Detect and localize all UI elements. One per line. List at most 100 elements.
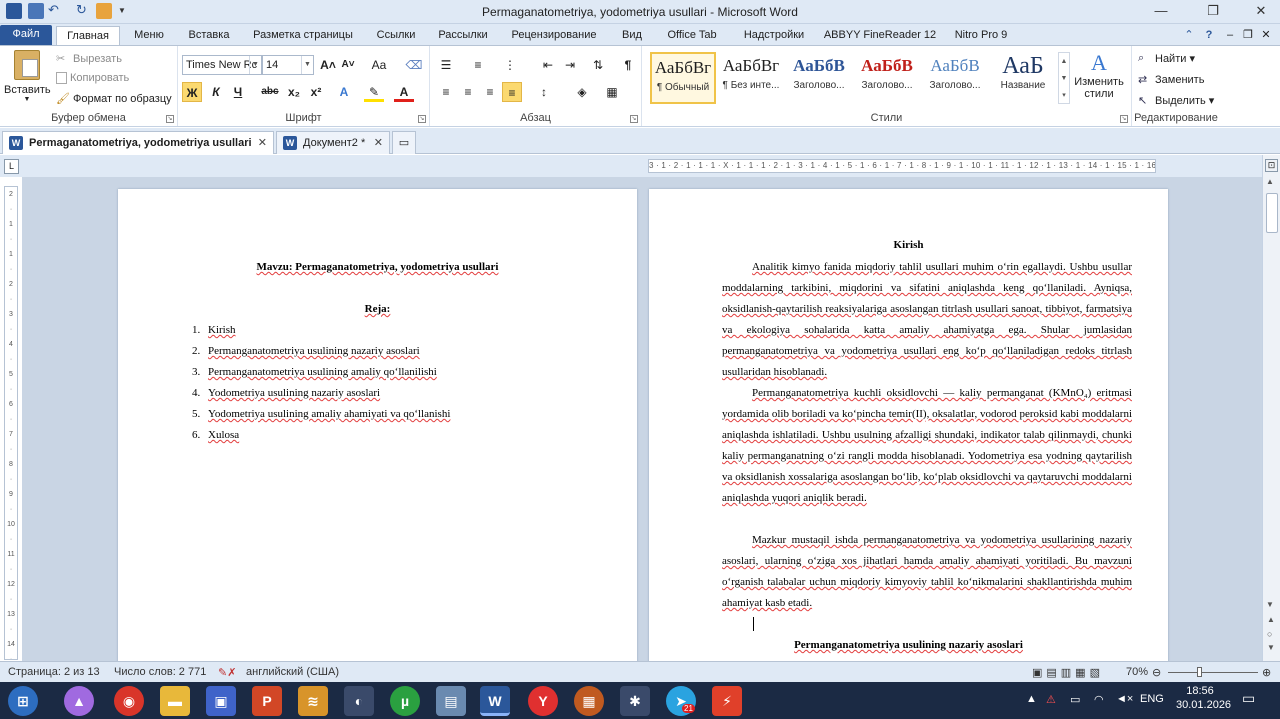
tab-menu[interactable]: Меню [126,26,172,45]
close-icon[interactable]: ✕ [258,132,267,154]
page-count[interactable]: Страница: 2 из 13 [8,666,100,678]
highlight-icon[interactable]: ✎ [364,82,384,102]
pdf-app-icon[interactable]: ⚡ [712,686,742,716]
shading-icon[interactable]: ◈ [572,82,592,102]
doc-tab-active[interactable]: W Permaganatometriya, yodometriya usullar… [2,131,274,154]
tab-file[interactable]: Файл [0,25,52,45]
select-button[interactable]: ↖ Выделить ▾ [1138,94,1214,108]
borders-icon[interactable]: ▦ [602,82,622,102]
increase-indent-icon[interactable]: ⇥ [560,55,580,75]
language-indicator[interactable]: английский (США) [246,666,339,678]
minimize-button[interactable]: — [1144,0,1178,24]
tab-abbyy[interactable]: ABBYY FineReader 12 [822,26,938,45]
style-no-spacing[interactable]: АаБбВг ¶ Без инте... [718,52,784,104]
bold-button[interactable]: Ж [182,82,202,102]
notifications-icon[interactable]: ▭ [1242,690,1255,707]
camera-tool-icon[interactable]: ✱ [620,686,650,716]
page-1[interactable]: Mavzu: Permaganatometriya, yodometriya u… [118,189,637,661]
font-size-combo[interactable]: 14 ▼ [262,55,314,75]
underline-button[interactable]: Ч [228,82,248,102]
start-button-icon[interactable]: ⊞ [8,686,38,716]
doc-restore-icon[interactable]: ❐ [1240,26,1256,45]
replace-button[interactable]: ⇄ Заменить [1138,73,1204,87]
new-tab-icon[interactable]: ▭ [392,131,416,154]
vertical-scrollbar[interactable]: ⊡ ▲ ▼ ▲ ○ ▼ [1262,155,1280,661]
superscript-button[interactable]: x² [306,82,326,102]
zoom-out-icon[interactable]: ⊖ [1152,666,1161,679]
vertical-ruler[interactable]: 2·1·1·2·3·4·5·6·7·8·9·10·11·12·13·14·15· [4,186,18,660]
doc-minimize-icon[interactable]: – [1222,26,1238,45]
clipboard-launcher-icon[interactable]: ↘ [166,115,174,123]
tray-overflow-icon[interactable]: ▲ [1026,693,1037,705]
tab-page-layout[interactable]: Разметка страницы [246,26,360,45]
paragraph-launcher-icon[interactable]: ↘ [630,115,638,123]
restore-button[interactable]: ❐ [1196,0,1230,24]
text-effects-icon[interactable]: A [334,82,354,102]
change-styles-button[interactable]: A Изменить стили [1070,50,1128,100]
italic-button[interactable]: К [206,82,226,102]
find-button[interactable]: ⌕ Найти ▾ [1138,52,1195,66]
battery-icon[interactable]: ▭ [1070,693,1080,706]
books-icon[interactable]: ≋ [298,686,328,716]
horizontal-ruler[interactable]: 3 · 1 · 2 · 1 · 1 · 1 · X · 1 · 1 · 1 · … [648,159,1156,173]
chrome-icon[interactable]: ◉ [114,686,144,716]
notepad-icon[interactable]: ▤ [436,686,466,716]
scroll-thumb[interactable] [1266,193,1278,233]
line-spacing-icon[interactable]: ↕ [534,82,554,102]
doc-tab-document2[interactable]: W Документ2 * ✕ [276,131,390,154]
clock[interactable]: 18:56 30.01.2026 [1176,685,1231,711]
paste-button[interactable]: Вставить ▼ [4,50,51,103]
decrease-indent-icon[interactable]: ⇤ [538,55,558,75]
cut-button[interactable]: ✂ Вырезать [56,52,122,66]
tab-office-tab[interactable]: Office Tab [658,26,726,45]
font-launcher-icon[interactable]: ↘ [418,115,426,123]
justify-icon[interactable]: ≡ [502,82,522,102]
align-right-icon[interactable]: ≡ [480,82,500,102]
powerpoint-icon[interactable]: P [252,686,282,716]
browse-object-icon[interactable]: ○ [1267,629,1272,639]
clear-formatting-icon[interactable]: ⌫ [404,55,424,75]
document-canvas[interactable]: Mavzu: Permaganatometriya, yodometriya u… [22,177,1262,661]
help-icon[interactable]: ? [1200,26,1218,45]
pixel-app-icon[interactable]: ▦ [574,686,604,716]
yandex-browser-icon[interactable]: Y [528,686,558,716]
wifi-icon[interactable]: ◠ [1094,693,1104,706]
collapse-ribbon-icon[interactable]: ⌃ [1180,26,1198,45]
style-heading2[interactable]: АаБбВ Заголово... [854,52,920,104]
scroll-up-icon[interactable]: ▲ [1266,177,1274,186]
font-name-combo[interactable]: Times New Rc ▼ [182,55,262,75]
styles-scroll-icon[interactable]: ▲ ▼ ▾ [1058,52,1070,104]
tab-view[interactable]: Вид [614,26,650,45]
tab-addins[interactable]: Надстройки [734,26,814,45]
strikethrough-button[interactable]: abc [258,82,282,102]
change-case-button[interactable]: Aa [366,55,392,75]
previous-page-icon[interactable]: ▲ [1267,615,1275,624]
folder-icon[interactable]: ▬ [160,686,190,716]
grow-font-button[interactable]: A˄ [318,55,338,75]
styles-launcher-icon[interactable]: ↘ [1120,115,1128,123]
shrink-font-button[interactable]: A˅ [338,55,358,75]
input-language[interactable]: ENG [1140,693,1164,705]
page-2[interactable]: Kirish Analitik kimyo fanida miqdoriy ta… [649,189,1168,661]
show-marks-icon[interactable]: ¶ [618,55,638,75]
zoom-in-icon[interactable]: ⊕ [1262,666,1271,679]
tab-insert[interactable]: Вставка [180,26,238,45]
ruler-toggle-icon[interactable]: ⊡ [1265,159,1278,172]
alice-icon[interactable]: ▲ [64,686,94,716]
word-count[interactable]: Число слов: 2 771 [114,666,206,678]
sort-icon[interactable]: ⇅ [588,55,608,75]
font-color-icon[interactable]: A [394,82,414,102]
numbering-icon[interactable]: ≡ [468,55,488,75]
multilevel-list-icon[interactable]: ⋮ [500,55,520,75]
close-icon[interactable]: ✕ [374,132,383,154]
tab-nitro[interactable]: Nitro Pro 9 [946,26,1016,45]
warning-icon[interactable]: ⚠ [1046,693,1056,706]
volume-icon[interactable]: ◄× [1116,693,1133,705]
align-center-icon[interactable]: ≡ [458,82,478,102]
scroll-down-icon[interactable]: ▼ [1266,600,1274,609]
style-normal[interactable]: АаБбВг ¶ Обычный [650,52,716,104]
next-page-icon[interactable]: ▼ [1267,643,1275,652]
proofing-icon[interactable]: ✎✗ [218,666,236,679]
close-window-button[interactable]: ✕ [1244,0,1278,24]
zoom-slider-thumb[interactable] [1197,667,1202,677]
